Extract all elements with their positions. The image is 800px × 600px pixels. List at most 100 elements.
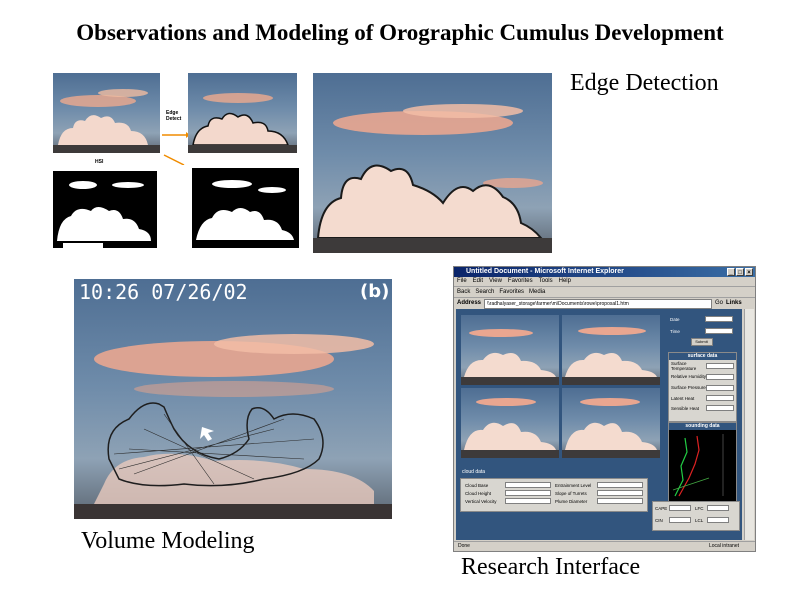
- cloud-base-input[interactable]: [505, 482, 551, 488]
- slope-turrets-label: Slope of Turrets: [555, 490, 587, 496]
- address-label: Address: [457, 300, 482, 306]
- sounding-data-panel: sounding data: [668, 422, 737, 502]
- plume-diameter-label: Plume Diameter: [555, 498, 588, 504]
- menu-tools[interactable]: Tools: [539, 277, 553, 286]
- surface-temp-label: Surface Temperature: [671, 360, 697, 371]
- humidity-label: Relative Humidity: [671, 374, 707, 379]
- panel-letter: (b): [360, 281, 390, 302]
- favorites-button[interactable]: Favorites: [499, 287, 524, 297]
- humidity-input[interactable]: [706, 373, 734, 380]
- mask-shapes-graphic: [57, 181, 151, 248]
- lfc-input[interactable]: [707, 505, 729, 511]
- date-label: Date: [670, 316, 680, 322]
- refined-mask-image: [192, 168, 299, 248]
- cape-input[interactable]: [669, 505, 691, 511]
- status-bar: Done Local intranet: [454, 541, 755, 551]
- cloud-data-heading: cloud data: [462, 469, 486, 475]
- close-button[interactable]: ×: [745, 268, 753, 276]
- camera-image-3: [461, 388, 559, 458]
- minimize-button[interactable]: _: [727, 268, 735, 276]
- pressure-label: Surface Pressure: [671, 385, 706, 390]
- camera-clouds-3: [461, 398, 559, 458]
- back-button[interactable]: Back: [457, 287, 470, 297]
- surface-temp-input[interactable]: [706, 362, 734, 369]
- entrainment-level-label: Entrainment Level: [555, 482, 592, 488]
- cloud-base-label: Cloud Base: [465, 482, 489, 488]
- pressure-input[interactable]: [706, 384, 734, 391]
- indices-panel: CAPE LFC CIN LCL: [652, 501, 740, 531]
- lcl-input[interactable]: [707, 517, 729, 523]
- submit-button[interactable]: Submit: [690, 338, 713, 346]
- cloud-height-label: Cloud Height: [465, 490, 492, 496]
- cloud-height-input[interactable]: [505, 490, 551, 496]
- search-button[interactable]: Search: [475, 287, 494, 297]
- time-input[interactable]: [705, 328, 733, 334]
- browser-title: Untitled Document - Microsoft Internet E…: [466, 268, 624, 275]
- volume-model-graphic: [74, 334, 392, 519]
- page-content: Date Time Submit surface data Surface Te…: [456, 309, 742, 540]
- cloud-data-panel: Cloud Base Cloud Height Vertical Velocit…: [460, 478, 648, 512]
- browser-title-bar: Untitled Document - Microsoft Internet E…: [454, 267, 755, 277]
- camera-clouds-2: [562, 327, 660, 385]
- go-button[interactable]: Go: [715, 298, 723, 309]
- volume-model-photo: [74, 279, 392, 519]
- browser-menu-bar: File Edit View Favorites Tools Help: [454, 277, 755, 287]
- address-bar: Address \\radhalyaser_storage\farmer\m\D…: [454, 298, 755, 309]
- edge-overlay-photo: [313, 73, 552, 253]
- vertical-velocity-label: Vertical Velocity: [465, 498, 497, 504]
- latent-heat-label: Latent Heat: [671, 395, 695, 401]
- cape-label: CAPE: [655, 505, 668, 511]
- camera-image-1: [461, 315, 559, 385]
- surface-data-panel: surface data Surface Temperature Relativ…: [668, 352, 737, 422]
- time-label: Time: [670, 328, 680, 334]
- zone-text: Local intranet: [708, 543, 739, 549]
- maximize-button[interactable]: □: [736, 268, 744, 276]
- menu-help[interactable]: Help: [559, 277, 571, 286]
- edge-detection-caption: Edge Detection: [570, 70, 719, 96]
- surface-data-heading: surface data: [669, 353, 736, 360]
- sounding-plot: [672, 434, 724, 497]
- slope-turrets-input[interactable]: [597, 490, 643, 496]
- links-label[interactable]: Links: [726, 298, 742, 309]
- media-button[interactable]: Media: [529, 287, 545, 297]
- sensible-heat-input[interactable]: [706, 405, 734, 411]
- volume-modeling-caption: Volume Modeling: [81, 528, 255, 554]
- lcl-label: LCL: [695, 517, 704, 523]
- hsi-label: HSI: [95, 159, 104, 165]
- browser-window: Untitled Document - Microsoft Internet E…: [453, 266, 756, 552]
- menu-favorites[interactable]: Favorites: [508, 277, 533, 286]
- entrainment-level-input[interactable]: [597, 482, 643, 488]
- sensible-heat-label: Sensible Heat: [671, 405, 700, 411]
- datetime-panel: Date Time Submit: [668, 315, 735, 350]
- menu-edit[interactable]: Edit: [473, 277, 483, 286]
- edge-clouds-graphic: [188, 93, 297, 153]
- edge-detect-label: Edge Detect: [166, 110, 182, 122]
- slide-title: Observations and Modeling of Orographic …: [76, 20, 724, 45]
- binary-mask-image: [53, 171, 157, 248]
- cin-label: CIN: [655, 517, 663, 523]
- menu-file[interactable]: File: [457, 277, 467, 286]
- camera-clouds-4: [562, 398, 660, 458]
- video-timestamp: 10:26 07/26/02: [79, 280, 248, 304]
- refined-mask-graphic: [196, 180, 294, 240]
- edge-detected-photo: [188, 73, 297, 153]
- address-input[interactable]: \\radhalyaser_storage\farmer\m\Documents…: [484, 298, 713, 309]
- lfc-label: LFC: [695, 505, 704, 511]
- original-clouds-graphic: [53, 89, 160, 153]
- vertical-scrollbar[interactable]: [744, 309, 754, 540]
- vertical-velocity-input[interactable]: [505, 498, 551, 504]
- edge-overlay-graphic: [313, 104, 552, 253]
- plume-diameter-input[interactable]: [597, 498, 643, 504]
- status-text: Done: [458, 543, 470, 549]
- camera-image-4: [562, 388, 660, 458]
- browser-toolbar: Back Search Favorites Media: [454, 287, 755, 298]
- camera-clouds-1: [461, 329, 559, 385]
- camera-image-2: [562, 315, 660, 385]
- date-input[interactable]: [705, 316, 733, 322]
- cin-input[interactable]: [669, 517, 691, 523]
- latent-heat-input[interactable]: [706, 395, 734, 401]
- original-sky-photo: [53, 73, 160, 153]
- sounding-data-heading: sounding data: [669, 423, 736, 430]
- menu-view[interactable]: View: [489, 277, 502, 286]
- research-interface-caption: Research Interface: [461, 554, 641, 580]
